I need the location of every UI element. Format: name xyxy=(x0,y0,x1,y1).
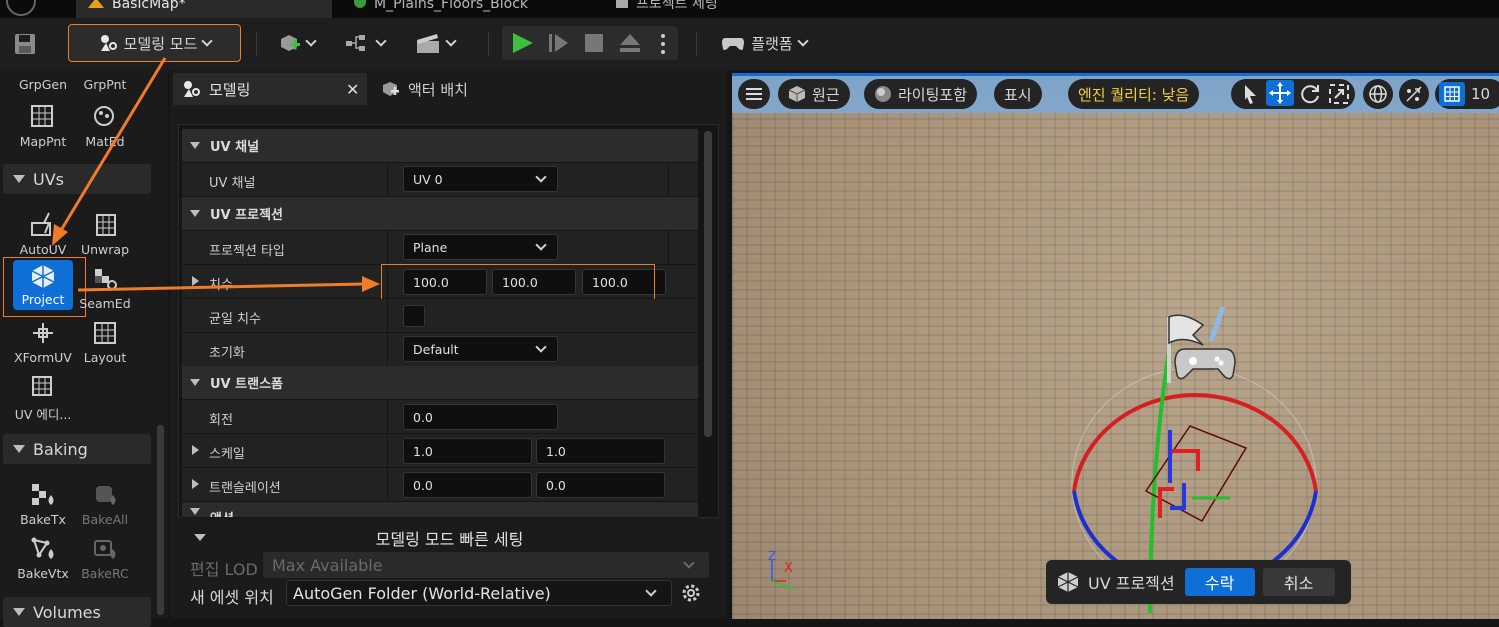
annotation-arrows xyxy=(52,57,380,292)
